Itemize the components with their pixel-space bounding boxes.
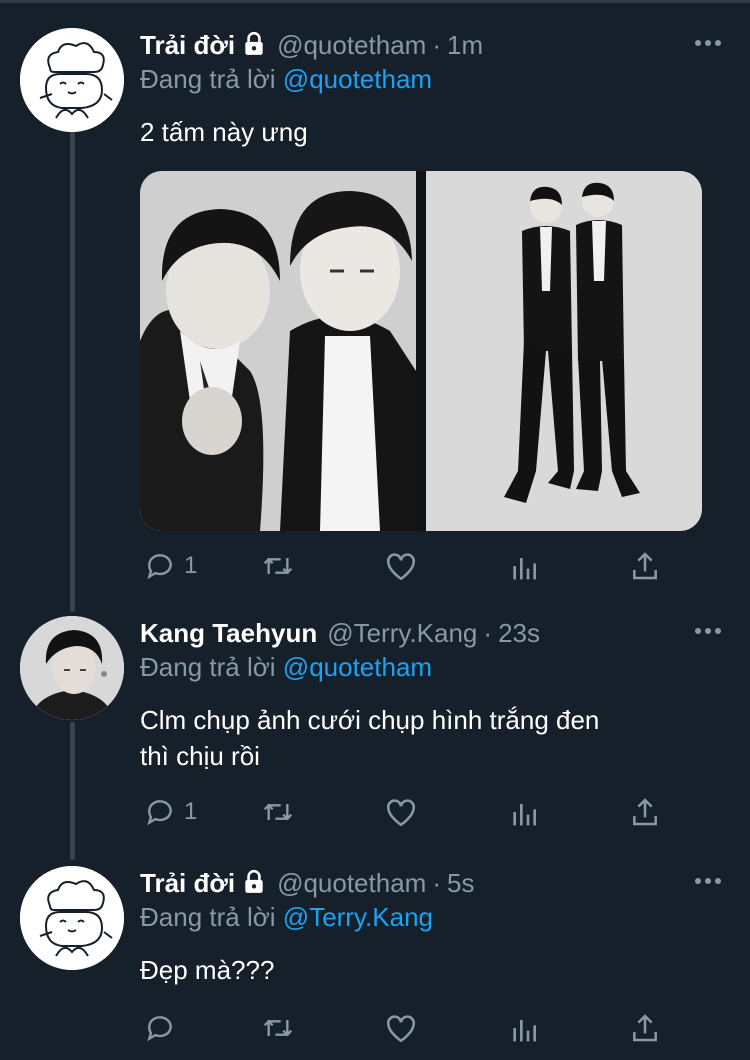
reply-icon <box>147 554 172 580</box>
separator: · <box>432 868 441 898</box>
retweet-icon <box>263 1019 293 1037</box>
like-icon <box>386 799 416 827</box>
separator: · <box>432 30 441 60</box>
replying-label: Đang trả lời <box>140 652 276 682</box>
retweet-button[interactable] <box>260 1010 296 1046</box>
share-icon <box>633 798 657 826</box>
tweet-actions: 1 <box>140 548 680 584</box>
more-icon[interactable] <box>694 624 722 638</box>
analytics-icon <box>513 1020 536 1042</box>
retweet-button[interactable] <box>260 548 296 584</box>
mention-link[interactable]: @quotetham <box>283 64 432 94</box>
tweet-header: Trải đời @quotetham · 5s <box>140 866 474 900</box>
more-icon[interactable] <box>694 874 722 888</box>
reply-button[interactable] <box>144 1010 176 1046</box>
chef-doodle-avatar <box>20 28 124 132</box>
top-divider <box>0 0 750 3</box>
replying-label: Đang trả lời <box>140 64 276 94</box>
lock-icon <box>241 31 267 65</box>
like-icon <box>386 1015 416 1043</box>
reply-icon <box>147 1016 172 1042</box>
retweet-button[interactable] <box>260 794 296 830</box>
mention-link[interactable]: @quotetham <box>283 652 432 682</box>
user-handle[interactable]: @quotetham <box>277 868 426 898</box>
chef-doodle-avatar <box>20 866 124 970</box>
media-grid[interactable] <box>140 171 702 531</box>
like-icon <box>386 553 416 581</box>
replying-to: Đang trả lời @quotetham <box>140 64 432 95</box>
media-photo[interactable] <box>426 171 702 531</box>
tweet[interactable]: Kang Taehyun @Terry.Kang · 23s Đang trả lời… <box>0 616 750 836</box>
avatar[interactable] <box>20 616 124 720</box>
replying-to: Đang trả lời @Terry.Kang <box>140 902 433 933</box>
lock-icon <box>241 869 267 903</box>
reply-button[interactable]: 1 <box>144 794 197 830</box>
tweet[interactable]: Trải đời @quotetham · 5s Đang trả lời @Terr… <box>0 866 750 1046</box>
share-button[interactable] <box>630 794 660 830</box>
avatar[interactable] <box>20 28 124 132</box>
display-name[interactable]: Trải đời <box>140 30 235 60</box>
tweet-text: Clm chụp ảnh cưới chụp hình trắng đen th… <box>140 702 720 774</box>
tweet-text: Đẹp mà??? <box>140 955 275 985</box>
analytics-button[interactable] <box>510 794 538 830</box>
like-button[interactable] <box>384 548 418 584</box>
user-handle[interactable]: @Terry.Kang <box>327 618 477 648</box>
timestamp[interactable]: 5s <box>447 868 474 898</box>
replying-to: Đang trả lời @quotetham <box>140 652 432 683</box>
media-photo[interactable] <box>140 171 416 531</box>
tweet-text: 2 tấm này ưng <box>140 117 308 147</box>
tweet-text-line: Clm chụp ảnh cưới chụp hình trắng đen <box>140 705 600 735</box>
timestamp[interactable]: 1m <box>447 30 483 60</box>
reply-icon <box>147 800 172 826</box>
reply-count: 1 <box>184 798 198 825</box>
tweet-header: Kang Taehyun @Terry.Kang · 23s <box>140 616 540 650</box>
avatar[interactable] <box>20 866 124 970</box>
photo-avatar <box>20 616 124 720</box>
tweet-text-line: thì chịu rồi <box>140 741 260 771</box>
analytics-button[interactable] <box>510 1010 538 1046</box>
like-button[interactable] <box>384 1010 418 1046</box>
analytics-icon <box>513 804 536 826</box>
like-button[interactable] <box>384 794 418 830</box>
share-button[interactable] <box>630 548 660 584</box>
timestamp[interactable]: 23s <box>498 618 540 648</box>
replying-label: Đang trả lời <box>140 902 276 932</box>
tweet-actions <box>140 1010 680 1046</box>
display-name[interactable]: Trải đời <box>140 868 235 898</box>
share-icon <box>633 1014 657 1042</box>
share-icon <box>633 552 657 580</box>
tweet[interactable]: Trải đời @quotetham · 1m Đang trả lời @quot… <box>0 28 750 588</box>
analytics-button[interactable] <box>510 548 538 584</box>
display-name[interactable]: Kang Taehyun <box>140 618 317 648</box>
tweet-header: Trải đời @quotetham · 1m <box>140 28 483 62</box>
more-icon[interactable] <box>694 36 722 50</box>
retweet-icon <box>263 803 293 821</box>
retweet-icon <box>263 557 293 575</box>
user-handle[interactable]: @quotetham <box>277 30 426 60</box>
mention-link[interactable]: @Terry.Kang <box>283 902 433 932</box>
reply-count: 1 <box>184 552 198 579</box>
share-button[interactable] <box>630 1010 660 1046</box>
separator: · <box>483 618 493 648</box>
tweet-actions: 1 <box>140 794 680 830</box>
reply-button[interactable]: 1 <box>144 548 197 584</box>
analytics-icon <box>513 558 536 580</box>
